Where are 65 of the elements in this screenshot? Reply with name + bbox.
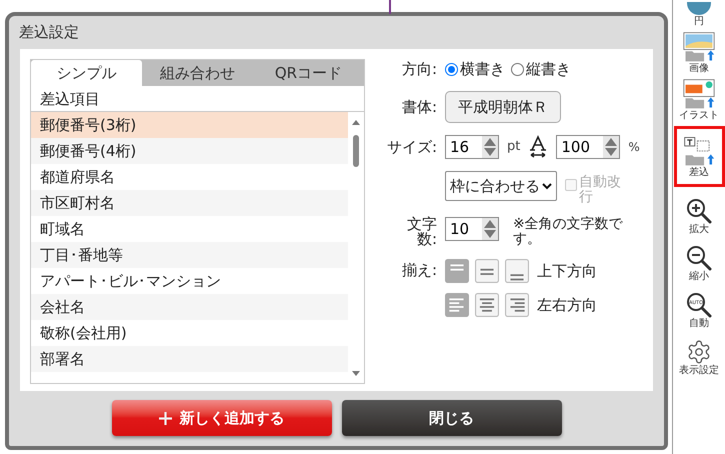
field-label: 揃え: [400,260,437,281]
tool-label: 画像 [689,63,709,74]
list-item[interactable]: 郵便番号(3桁) [31,112,348,138]
tool-item[interactable]: 画像 [675,29,723,76]
select-value: 枠に合わせる [450,176,540,197]
list-item[interactable]: 郵便番号(4桁) [31,138,348,164]
tool-label: 拡大 [689,224,709,235]
spin-arrows-icon[interactable] [603,136,620,158]
add-button[interactable]: 新しく追加する [112,400,332,436]
tab[interactable]: シンプル [31,60,142,86]
character-width-icon [528,135,548,159]
tool-item[interactable]: 拡大 [675,196,723,237]
vertical-align-icon[interactable] [445,259,469,283]
list-item[interactable]: 丁目･番地等 [31,242,348,268]
tool-label: イラスト [679,110,719,121]
list-item[interactable]: 市区町村名 [31,190,348,216]
plus-icon [158,412,172,424]
fit-select[interactable]: 枠に合わせる [445,171,557,201]
tool-item[interactable]: イラスト [675,76,723,123]
radio-label: 縦書き [526,58,571,80]
unit-label: % [628,139,640,156]
number-value: 10 [449,219,470,240]
horizontal-align-icon[interactable] [475,293,499,317]
settings-icon [686,339,712,365]
circle-shape-icon [686,2,712,16]
tool-label: 縮小 [689,271,709,282]
tool-item[interactable]: 差込 [674,126,724,187]
spin-arrows-icon[interactable] [482,218,498,240]
number-field[interactable]: 100 [556,135,620,159]
number-value: 100 [560,137,591,158]
field-label: 書体: [400,96,437,118]
radio-button[interactable] [511,62,524,76]
vertical-align-icon[interactable] [475,259,499,283]
number-value: 16 [449,137,470,158]
note-text: ※全角の文字数です。 [513,217,624,247]
align-label: 上下方向 [537,260,597,282]
horizontal-align-icon[interactable] [505,293,529,317]
vertical-align-icon[interactable] [505,259,529,283]
tool-item[interactable]: 表示設定 [675,337,723,378]
close-button[interactable]: 閉じる [342,400,562,436]
zoom-out-icon [686,245,712,271]
radio-label: 横書き [460,58,505,80]
tool-item[interactable]: 縮小 [675,243,723,284]
list-item[interactable]: 部署名 [31,346,348,372]
list-item[interactable]: 会社名 [31,294,348,320]
horizontal-align-icon[interactable] [445,293,469,317]
field-label: 文字数: [406,217,437,247]
field-label: 方向: [400,58,437,80]
tool-item[interactable]: 円 [675,0,723,29]
tool-label: 自動 [689,318,709,329]
tool-label: 差込 [689,167,709,178]
align-label: 左右方向 [537,294,597,316]
chevron-down-icon [542,182,552,190]
font-button[interactable]: 平成明朝体Ｒ [445,91,561,123]
zoom-in-icon [686,198,712,224]
number-field[interactable]: 16 [445,135,499,159]
checkbox-label: 自動改行 [579,175,622,205]
radio-button[interactable] [445,62,458,76]
dialog-title: 差込設定 [18,22,80,43]
tool-label: 表示設定 [679,365,719,376]
unit-label: pt [507,138,520,156]
spin-arrows-icon[interactable] [482,136,498,158]
number-field[interactable]: 10 [445,217,499,241]
tool-label: 円 [694,16,704,27]
field-label: サイズ: [386,136,437,158]
